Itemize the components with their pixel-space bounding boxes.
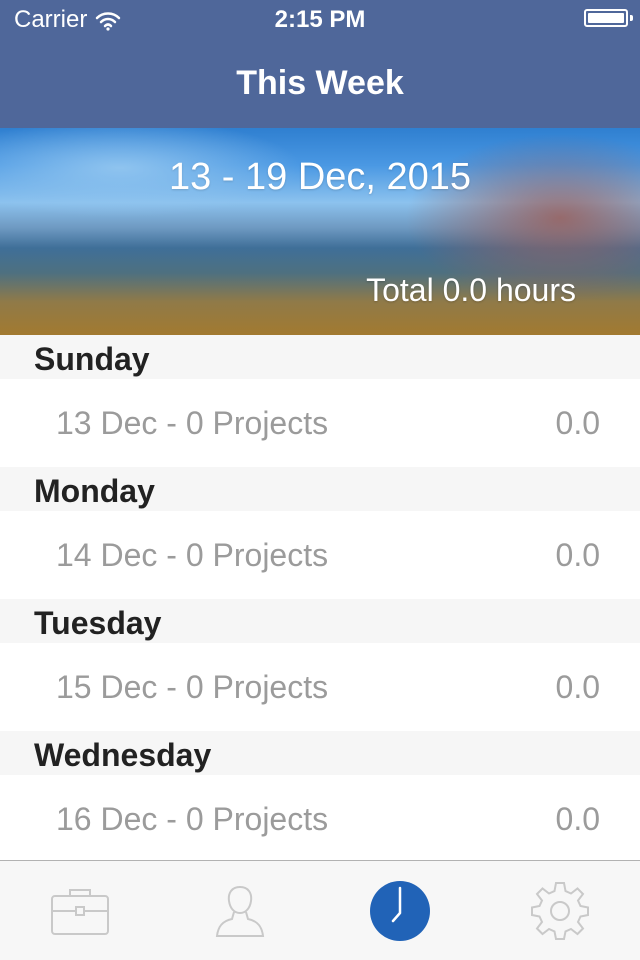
clock-icon <box>369 880 431 942</box>
gear-icon <box>529 880 591 942</box>
day-row-wednesday[interactable]: 16 Dec - 0 Projects 0.0 <box>0 775 640 863</box>
tab-clients[interactable] <box>160 861 320 960</box>
day-row-label: 13 Dec - 0 Projects <box>56 405 329 441</box>
battery-tip <box>630 15 633 21</box>
day-name: Monday <box>34 473 155 509</box>
day-name: Sunday <box>34 341 150 377</box>
status-bar: Carrier 2:15 PM <box>0 0 640 40</box>
day-name: Wednesday <box>34 737 212 773</box>
day-name: Tuesday <box>34 605 162 641</box>
day-row-sunday[interactable]: 13 Dec - 0 Projects 0.0 <box>0 379 640 467</box>
person-icon <box>214 883 266 939</box>
status-time: 2:15 PM <box>274 6 366 33</box>
week-summary-header: 13 - 19 Dec, 2015 Total 0.0 hours <box>0 128 640 335</box>
tab-this-week[interactable] <box>320 861 480 960</box>
day-row-tuesday[interactable]: 15 Dec - 0 Projects 0.0 <box>0 643 640 731</box>
day-row-hours: 0.0 <box>555 669 600 705</box>
day-row-label: 15 Dec - 0 Projects <box>56 669 329 705</box>
briefcase-icon <box>49 885 111 937</box>
section-header-sunday: Sunday <box>0 335 640 379</box>
week-total-hours: Total 0.0 hours <box>366 272 576 308</box>
battery-level <box>588 13 624 23</box>
page-title: This Week <box>236 63 404 102</box>
section-header-wednesday: Wednesday <box>0 731 640 775</box>
day-row-label: 16 Dec - 0 Projects <box>56 801 329 837</box>
week-date-range: 13 - 19 Dec, 2015 <box>168 156 472 198</box>
battery-icon <box>584 9 633 27</box>
week-day-list: Sunday 13 Dec - 0 Projects 0.0 Monday 14… <box>0 335 640 863</box>
day-row-hours: 0.0 <box>555 801 600 837</box>
app-screen: Carrier 2:15 PM This Week 13 - 19 Dec, 2… <box>0 0 640 960</box>
tab-settings[interactable] <box>480 861 640 960</box>
day-row-hours: 0.0 <box>555 537 600 573</box>
tab-projects[interactable] <box>0 861 160 960</box>
section-header-monday: Monday <box>0 467 640 511</box>
day-row-monday[interactable]: 14 Dec - 0 Projects 0.0 <box>0 511 640 599</box>
section-header-tuesday: Tuesday <box>0 599 640 643</box>
navigation-bar: This Week <box>0 40 640 128</box>
day-row-hours: 0.0 <box>555 405 600 441</box>
day-row-label: 14 Dec - 0 Projects <box>56 537 329 573</box>
tab-bar <box>0 860 640 960</box>
